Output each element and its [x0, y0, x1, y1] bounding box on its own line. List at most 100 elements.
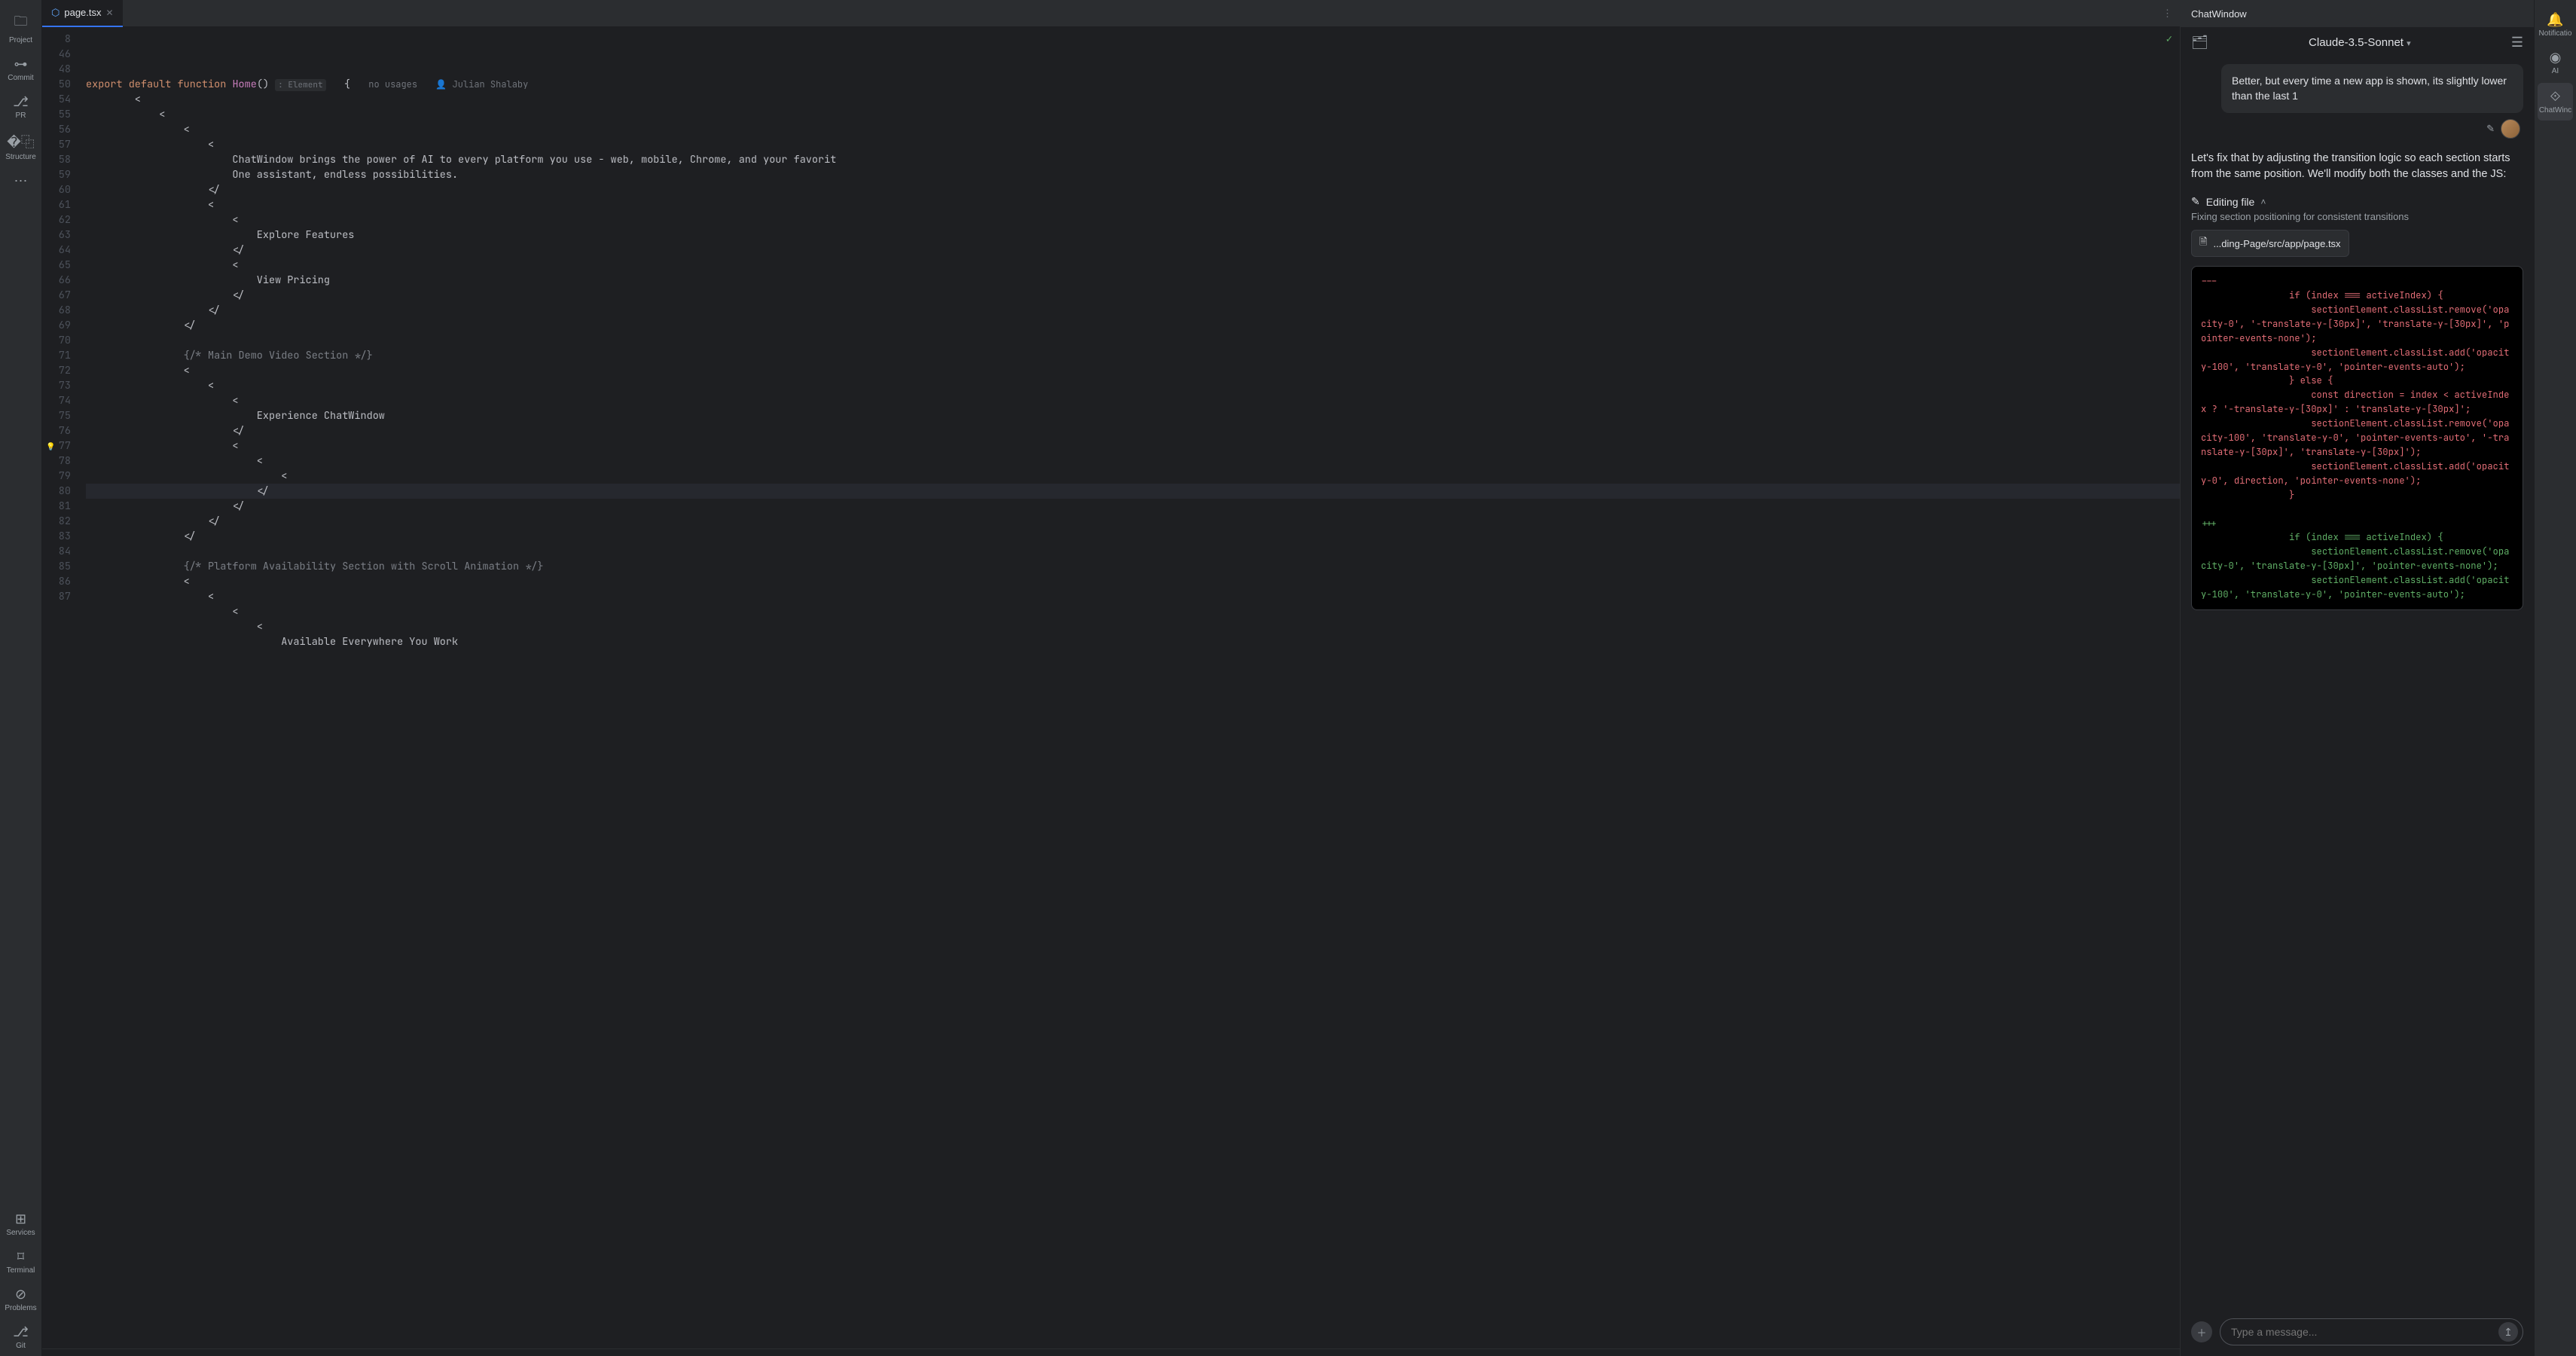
code-line[interactable]: < — [86, 92, 2180, 107]
pr-tool[interactable]: ⎇ PR — [0, 88, 41, 126]
line-gutter: 8464850545556575859606162636465666768697… — [42, 27, 80, 1348]
line-number: 84 — [42, 544, 71, 559]
notifications-tool[interactable]: 🔔 Notificatio — [2535, 6, 2576, 44]
code-line[interactable]: ChatWindow brings the power of AI to eve… — [86, 152, 2180, 167]
code-line[interactable]: < — [86, 137, 2180, 152]
file-chip[interactable]: 🗎 ...ding-Page/src/app/page.tsx — [2191, 230, 2349, 257]
line-number: 80 — [42, 484, 71, 499]
code-line[interactable]: Available Everywhere You Work — [86, 634, 2180, 649]
code-line[interactable]: </ — [86, 303, 2180, 318]
problems-icon: ⊘ — [15, 1287, 26, 1303]
line-number: 67 — [42, 288, 71, 303]
code-line[interactable]: < — [86, 574, 2180, 589]
code-line[interactable]: < — [86, 363, 2180, 378]
user-message: Better, but every time a new app is show… — [2221, 64, 2523, 113]
code-line[interactable] — [86, 333, 2180, 348]
new-chat-icon[interactable]: 🗂 — [2191, 35, 2208, 50]
structure-tool[interactable]: �⿻ Structure — [0, 126, 41, 167]
code-line[interactable]: < — [86, 378, 2180, 393]
line-number: 63 — [42, 228, 71, 243]
code-line[interactable]: < — [86, 258, 2180, 273]
terminal-tool[interactable]: ⌑ Terminal — [0, 1243, 41, 1281]
code-line[interactable]: Explore Features — [86, 228, 2180, 243]
project-tool[interactable]: 🗀 Project — [0, 6, 41, 50]
code-line[interactable]: < — [86, 197, 2180, 212]
chat-panel: ChatWindow 🗂 Claude-3.5-Sonnet ☰ Better,… — [2180, 0, 2534, 1356]
line-number: 59 — [42, 167, 71, 182]
line-number: 72 — [42, 363, 71, 378]
horizontal-scrollbar[interactable] — [42, 1348, 2180, 1356]
send-button[interactable]: ↥ — [2498, 1322, 2518, 1342]
avatar[interactable] — [2501, 119, 2520, 139]
code-line[interactable]: </ — [86, 318, 2180, 333]
attach-button[interactable]: ＋ — [2191, 1321, 2212, 1342]
code-line[interactable]: < — [86, 604, 2180, 619]
commit-tool[interactable]: ⊶ Commit — [0, 50, 41, 88]
code-line[interactable]: </ — [86, 514, 2180, 529]
line-number: 74 — [42, 393, 71, 408]
chat-input[interactable] — [2231, 1326, 2492, 1338]
tab-bar-menu[interactable]: ⋮ — [2162, 8, 2180, 20]
editing-file-row[interactable]: ✎ Editing file ˄ — [2191, 195, 2523, 208]
code-line[interactable]: </ — [86, 288, 2180, 303]
code-line[interactable]: < — [86, 619, 2180, 634]
services-icon: ⊞ — [15, 1211, 26, 1227]
line-number: 86 — [42, 574, 71, 589]
ai-icon: ◉ — [2550, 50, 2562, 66]
message-actions: ✎ — [2191, 119, 2523, 139]
code-line[interactable]: </ — [86, 499, 2180, 514]
code-line[interactable]: </ — [86, 484, 2180, 499]
user-message-text: Better, but every time a new app is show… — [2232, 75, 2507, 102]
code-line[interactable]: < — [86, 589, 2180, 604]
code-line[interactable]: </ — [86, 529, 2180, 544]
chatwindow-tool[interactable]: ⟐ ChatWinc — [2538, 83, 2573, 121]
code-line[interactable]: export default function Home() : Element… — [86, 77, 2180, 92]
close-icon[interactable]: ✕ — [106, 8, 114, 18]
code-line[interactable]: </ — [86, 423, 2180, 438]
code-line[interactable]: < — [86, 107, 2180, 122]
code-line[interactable]: < — [86, 454, 2180, 469]
line-number: 50 — [42, 77, 71, 92]
diff-block[interactable]: --- if (index === activeIndex) { section… — [2191, 266, 2523, 610]
services-tool[interactable]: ⊞ Services — [0, 1205, 41, 1243]
code-line[interactable]: < — [86, 212, 2180, 228]
line-number: 87 — [42, 589, 71, 604]
line-number: 57 — [42, 137, 71, 152]
code-content[interactable]: ✓ export default function Home() : Eleme… — [80, 27, 2180, 1348]
more-tool[interactable]: ⋯ — [0, 167, 41, 197]
chat-menu-icon[interactable]: ☰ — [2511, 35, 2523, 50]
code-line[interactable]: < — [86, 438, 2180, 454]
line-number: 77 — [42, 438, 71, 454]
code-line[interactable]: </ — [86, 243, 2180, 258]
inspection-ok-icon[interactable]: ✓ — [2166, 32, 2172, 47]
line-number: 64 — [42, 243, 71, 258]
code-line[interactable] — [86, 544, 2180, 559]
line-number: 65 — [42, 258, 71, 273]
code-line[interactable]: {/* Main Demo Video Section */} — [86, 348, 2180, 363]
line-number: 58 — [42, 152, 71, 167]
code-line[interactable]: < — [86, 393, 2180, 408]
editor-area: ⬡ page.tsx ✕ ⋮ 8464850545556575859606162… — [42, 0, 2180, 1356]
code-line[interactable]: < — [86, 122, 2180, 137]
code-line[interactable]: One assistant, endless possibilities. — [86, 167, 2180, 182]
model-selector[interactable]: Claude-3.5-Sonnet — [2216, 36, 2504, 49]
code-line[interactable]: Experience ChatWindow — [86, 408, 2180, 423]
tab-page-tsx[interactable]: ⬡ page.tsx ✕ — [42, 0, 123, 27]
chat-body[interactable]: Better, but every time a new app is show… — [2181, 58, 2534, 1311]
line-number: 8 — [42, 32, 71, 47]
services-label: Services — [6, 1229, 35, 1237]
code-line[interactable]: < — [86, 469, 2180, 484]
code-line[interactable]: </ — [86, 182, 2180, 197]
code-line[interactable]: View Pricing — [86, 273, 2180, 288]
chevron-up-icon: ˄ — [2260, 197, 2266, 207]
edit-icon[interactable]: ✎ — [2486, 123, 2495, 135]
ai-tool[interactable]: ◉ AI — [2535, 44, 2576, 81]
pencil-icon: ✎ — [2191, 195, 2200, 208]
line-number: 85 — [42, 559, 71, 574]
code-line[interactable]: {/* Platform Availability Section with S… — [86, 559, 2180, 574]
code-editor[interactable]: 8464850545556575859606162636465666768697… — [42, 27, 2180, 1348]
line-number: 83 — [42, 529, 71, 544]
git-tool[interactable]: ⎇ Git — [0, 1318, 41, 1356]
editor-tab-bar: ⬡ page.tsx ✕ ⋮ — [42, 0, 2180, 27]
problems-tool[interactable]: ⊘ Problems — [0, 1281, 41, 1318]
